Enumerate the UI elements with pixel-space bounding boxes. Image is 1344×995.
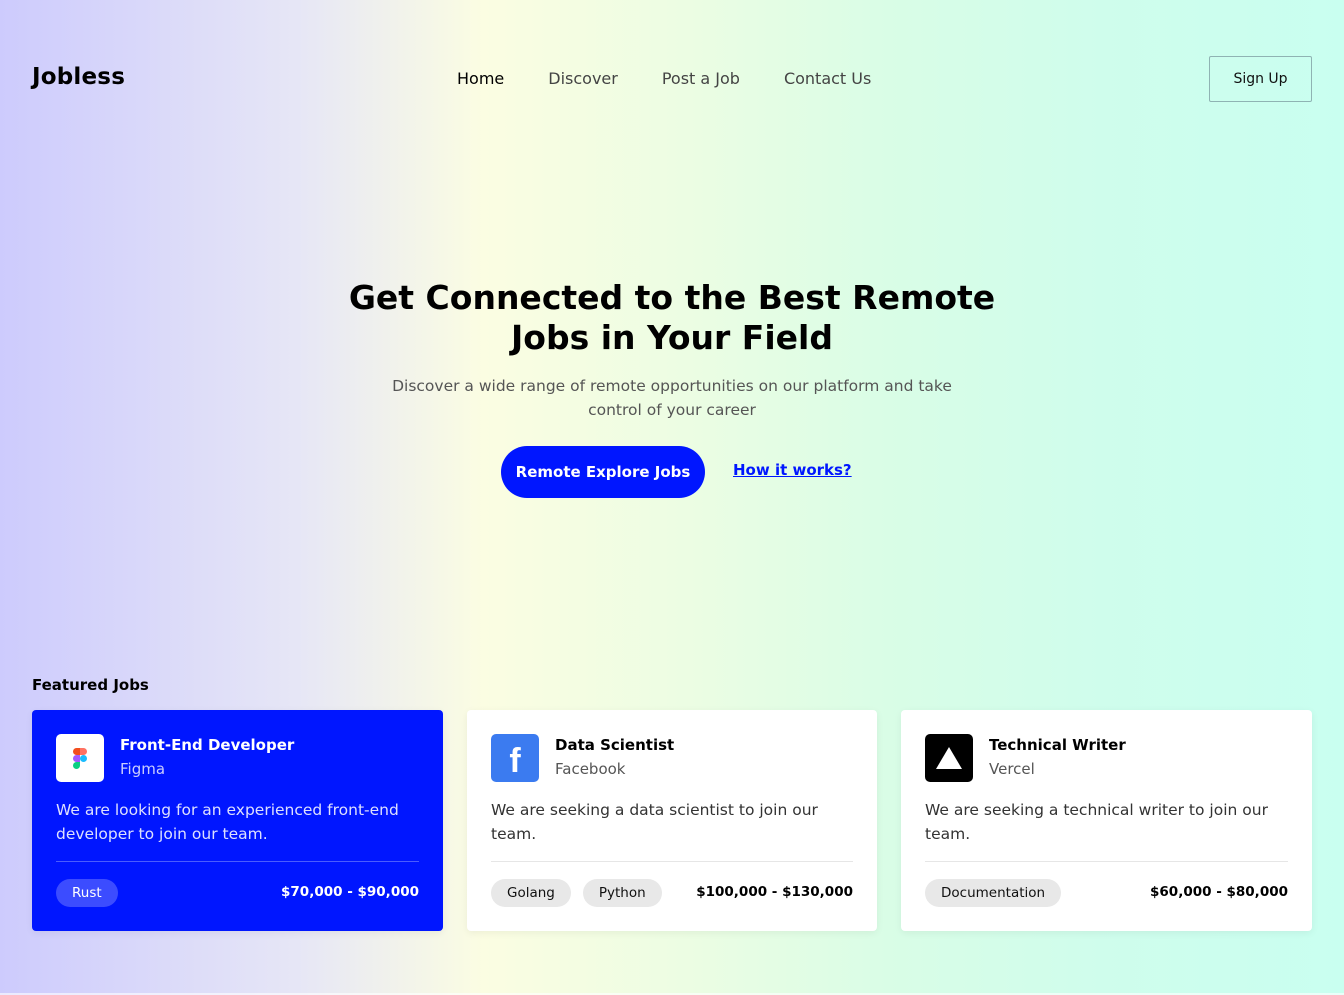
brand-logo[interactable]: Jobless — [32, 64, 125, 90]
skill-tags: Golang Python — [491, 879, 662, 907]
skill-tag: Rust — [56, 879, 118, 907]
job-title: Front-End Developer — [120, 736, 295, 754]
sign-up-button[interactable]: Sign Up — [1209, 56, 1312, 102]
skill-tags: Documentation — [925, 879, 1062, 907]
skill-tags: Rust — [56, 879, 118, 907]
figma-logo-icon — [56, 734, 104, 782]
hero-subtitle: Discover a wide range of remote opportun… — [392, 377, 952, 419]
job-card-front-end-developer[interactable]: Front-End Developer Figma We are looking… — [32, 710, 443, 931]
job-card-data-scientist[interactable]: f Data Scientist Facebook We are seeking… — [467, 710, 877, 931]
main-nav: Home Discover Post a Job Contact Us — [457, 69, 871, 88]
nav-item-home[interactable]: Home — [457, 69, 504, 88]
explore-jobs-button[interactable]: Remote Explore Jobs — [501, 446, 705, 498]
job-description: We are seeking a technical writer to joi… — [925, 801, 1268, 843]
card-divider — [491, 861, 853, 862]
site-header: Jobless Home Discover Post a Job Contact… — [0, 0, 1344, 160]
salary-range: $70,000 - $90,000 — [281, 884, 419, 900]
vercel-logo-icon — [925, 734, 973, 782]
salary-range: $60,000 - $80,000 — [1150, 884, 1288, 900]
hero-title: Get Connected to the Best Remote Jobs in… — [348, 278, 996, 357]
nav-item-post-a-job[interactable]: Post a Job — [662, 69, 740, 88]
skill-tag: Golang — [491, 879, 571, 907]
job-title: Technical Writer — [989, 736, 1126, 754]
job-card-technical-writer[interactable]: Technical Writer Vercel We are seeking a… — [901, 710, 1312, 931]
facebook-logo-icon: f — [491, 734, 539, 782]
company-name: Facebook — [555, 760, 626, 778]
job-description: We are seeking a data scientist to join … — [491, 801, 818, 843]
how-it-works-link[interactable]: How it works? — [733, 461, 852, 479]
card-divider — [56, 861, 419, 862]
skill-tag: Python — [582, 879, 662, 907]
job-title: Data Scientist — [555, 736, 675, 754]
featured-jobs-heading: Featured Jobs — [32, 676, 149, 694]
company-name: Vercel — [989, 760, 1035, 778]
job-description: We are looking for an experienced front-… — [56, 801, 399, 843]
skill-tag: Documentation — [925, 879, 1062, 907]
nav-item-discover[interactable]: Discover — [548, 69, 618, 88]
nav-item-contact-us[interactable]: Contact Us — [784, 69, 871, 88]
company-name: Figma — [120, 760, 166, 778]
salary-range: $100,000 - $130,000 — [696, 884, 853, 900]
card-divider — [925, 861, 1288, 862]
